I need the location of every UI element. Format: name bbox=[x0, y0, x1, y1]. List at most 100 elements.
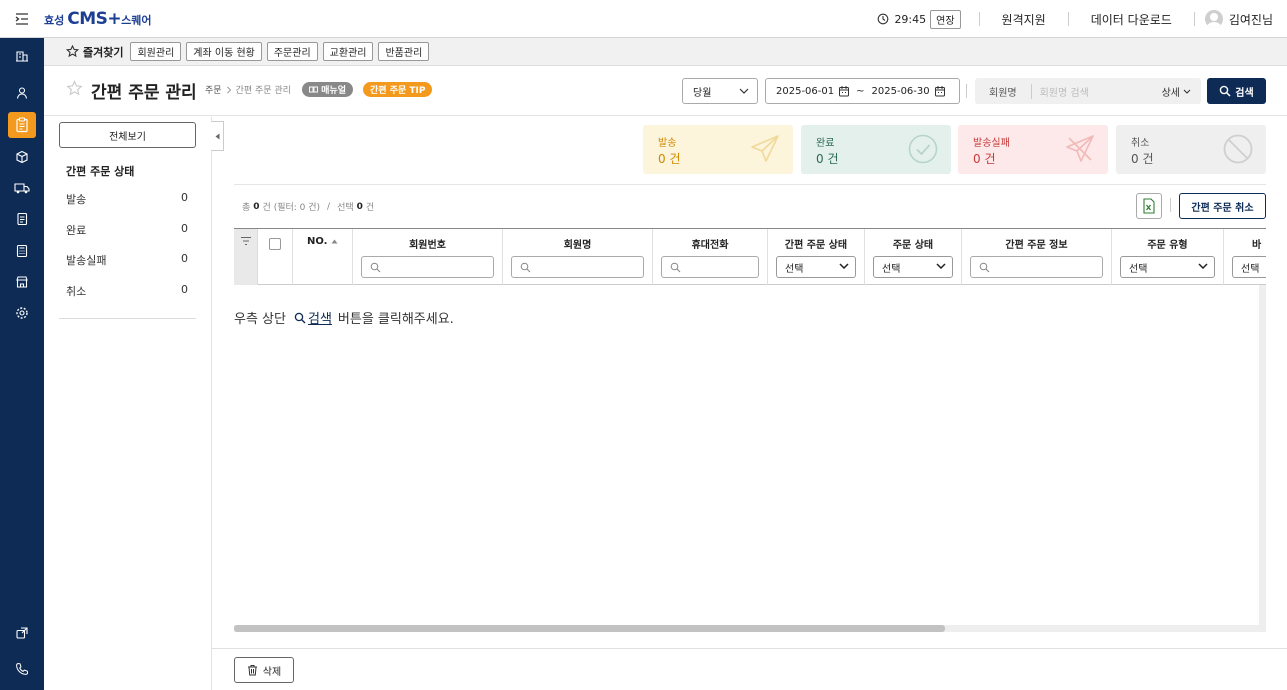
stat-count: 0 건 bbox=[816, 152, 839, 166]
user-menu[interactable]: 김여진님 bbox=[1195, 10, 1287, 28]
app-logo[interactable]: 효성 CMS+ 스퀘어 bbox=[44, 9, 152, 29]
empty-search-link[interactable]: 검색 bbox=[294, 308, 332, 327]
date-range-picker[interactable]: 2025-06-01 ~ 2025-06-30 bbox=[765, 78, 960, 104]
stat-card-send[interactable]: 발송 0 건 bbox=[643, 125, 793, 174]
order-status-filter-select[interactable]: 선택 bbox=[873, 256, 953, 278]
excel-download-button[interactable] bbox=[1136, 193, 1162, 219]
extend-session-button[interactable]: 연장 bbox=[930, 9, 961, 29]
search-input[interactable]: 회원명 검색 bbox=[1032, 84, 1162, 99]
user-name: 김여진님 bbox=[1228, 12, 1273, 27]
order-type-filter-select[interactable]: 선택 bbox=[1120, 256, 1215, 278]
nav-phone[interactable] bbox=[8, 656, 36, 682]
favorite-chip[interactable]: 주문관리 bbox=[266, 42, 318, 61]
collapse-panel-button[interactable] bbox=[211, 121, 224, 151]
date-from[interactable]: 2025-06-01 bbox=[776, 86, 834, 97]
delete-button[interactable]: 삭제 bbox=[234, 657, 294, 683]
header-order-type[interactable]: 주문 유형 선택 bbox=[1112, 229, 1224, 285]
status-row-send[interactable]: 발송 0 bbox=[66, 191, 188, 207]
menu-toggle-button[interactable] bbox=[0, 0, 44, 38]
header-next[interactable]: 바 선택 bbox=[1224, 229, 1266, 285]
period-value: 당월 bbox=[693, 87, 712, 99]
stat-card-fail[interactable]: 발송실패 0 건 bbox=[958, 125, 1108, 174]
column-label: 회원명 bbox=[563, 240, 592, 251]
nav-settlement[interactable] bbox=[8, 238, 36, 264]
favorite-chip[interactable]: 회원관리 bbox=[130, 42, 182, 61]
favorites-title: 즐겨찾기 bbox=[66, 44, 123, 60]
select-all-checkbox[interactable] bbox=[269, 238, 281, 250]
clipboard-icon bbox=[16, 117, 28, 133]
detail-search-toggle[interactable]: 상세 bbox=[1162, 84, 1201, 99]
favorite-chip[interactable]: 교환관리 bbox=[322, 42, 374, 61]
date-to[interactable]: 2025-06-30 bbox=[872, 86, 930, 97]
chevron-down-icon bbox=[936, 263, 946, 269]
status-row-fail[interactable]: 발송실패 0 bbox=[66, 252, 188, 268]
status-count: 0 bbox=[181, 191, 188, 204]
header-member-name[interactable]: 회원명 bbox=[503, 229, 653, 285]
nav-member[interactable] bbox=[8, 80, 36, 106]
data-download-link[interactable]: 데이터 다운로드 bbox=[1069, 11, 1194, 28]
search-icon bbox=[1219, 85, 1231, 97]
search-button[interactable]: 검색 bbox=[1207, 78, 1266, 104]
column-menu[interactable] bbox=[234, 229, 258, 285]
favorite-chip[interactable]: 반품관리 bbox=[378, 42, 430, 61]
vertical-scrollbar[interactable] bbox=[1259, 285, 1266, 625]
trash-icon bbox=[247, 665, 257, 676]
status-side-panel: 전체보기 간편 주문 상태 발송 0 완료 0 발송실패 0 취소 0 bbox=[44, 117, 212, 690]
left-nav bbox=[0, 38, 44, 690]
next-filter-select[interactable]: 선택 bbox=[1232, 256, 1266, 278]
breadcrumb-root[interactable]: 주문 bbox=[205, 83, 222, 96]
simple-status-filter-select[interactable]: 선택 bbox=[776, 256, 856, 278]
status-row-done[interactable]: 완료 0 bbox=[66, 222, 188, 238]
nav-store[interactable] bbox=[8, 269, 36, 295]
header-simple-info[interactable]: 간편 주문 정보 bbox=[962, 229, 1112, 285]
logo-suffix: 스퀘어 bbox=[121, 13, 152, 27]
paper-plane-icon bbox=[751, 135, 779, 162]
delete-label: 삭제 bbox=[262, 666, 282, 678]
header-order-status[interactable]: 주문 상태 선택 bbox=[865, 229, 962, 285]
remote-support-link[interactable]: 원격지원 bbox=[980, 11, 1068, 28]
status-row-cancel[interactable]: 취소 0 bbox=[66, 283, 188, 299]
nav-document[interactable] bbox=[8, 206, 36, 232]
header-phone[interactable]: 휴대전화 bbox=[653, 229, 768, 285]
avatar bbox=[1204, 10, 1223, 28]
nav-external[interactable] bbox=[8, 620, 36, 646]
filter-lines-icon bbox=[241, 236, 251, 246]
horizontal-scrollbar[interactable] bbox=[234, 625, 1266, 632]
stat-card-cancel[interactable]: 취소 0 건 bbox=[1116, 125, 1266, 174]
simple-info-filter-input[interactable] bbox=[970, 256, 1103, 278]
nav-product[interactable] bbox=[8, 144, 36, 170]
check-circle-icon bbox=[908, 134, 938, 164]
nav-building[interactable] bbox=[8, 43, 36, 69]
status-count: 0 bbox=[181, 252, 188, 265]
nav-settings[interactable] bbox=[8, 300, 36, 326]
search-field-select[interactable]: 회원명 bbox=[975, 83, 1032, 99]
status-label: 취소 bbox=[66, 285, 87, 298]
result-summary: 총 0 건 (필터: 0 건) / 선택 0 건 bbox=[242, 200, 374, 214]
calendar-icon[interactable] bbox=[838, 85, 850, 97]
column-label: NO. bbox=[293, 236, 352, 247]
stat-label: 완료 bbox=[816, 138, 835, 149]
header-simple-status[interactable]: 간편 주문 상태 선택 bbox=[768, 229, 865, 285]
cancel-simple-order-button[interactable]: 간편 주문 취소 bbox=[1179, 193, 1266, 219]
bookmark-star-button[interactable] bbox=[66, 80, 83, 100]
view-all-button[interactable]: 전체보기 bbox=[59, 122, 196, 148]
manual-badge[interactable]: 매뉴얼 bbox=[302, 82, 353, 97]
scrollbar-thumb[interactable] bbox=[234, 625, 945, 632]
search-icon bbox=[520, 262, 531, 273]
member-no-filter-input[interactable] bbox=[361, 256, 494, 278]
logo-main: CMS+ bbox=[67, 8, 122, 29]
stat-card-done[interactable]: 완료 0 건 bbox=[801, 125, 951, 174]
tip-badge[interactable]: 간편 주문 TIP bbox=[363, 82, 433, 97]
nav-order[interactable] bbox=[8, 112, 36, 138]
phone-filter-input[interactable] bbox=[661, 256, 759, 278]
period-select[interactable]: 당월 bbox=[682, 78, 758, 104]
favorite-chip[interactable]: 계좌 이동 현황 bbox=[186, 42, 262, 61]
header-no[interactable]: NO. bbox=[293, 229, 353, 285]
nav-delivery[interactable] bbox=[8, 175, 36, 201]
search-button-label: 검색 bbox=[1235, 87, 1254, 99]
search-box[interactable]: 회원명 회원명 검색 상세 bbox=[975, 78, 1201, 104]
calendar-icon[interactable] bbox=[934, 85, 946, 97]
header-member-no[interactable]: 회원번호 bbox=[353, 229, 503, 285]
sort-asc-icon bbox=[331, 239, 338, 244]
member-name-filter-input[interactable] bbox=[511, 256, 644, 278]
